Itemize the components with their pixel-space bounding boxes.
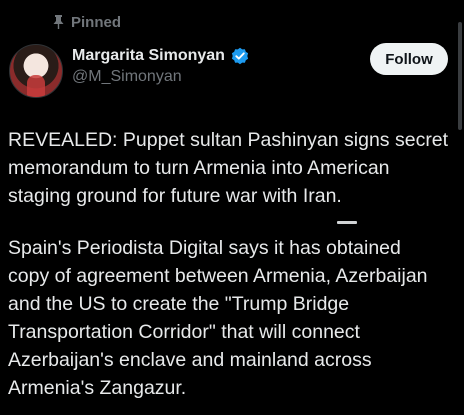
cursor-mark xyxy=(337,221,357,224)
pinned-indicator: Pinned xyxy=(52,11,121,33)
author-handle[interactable]: @M_Simonyan xyxy=(72,68,182,86)
verified-badge-icon xyxy=(231,47,249,65)
post-paragraph-2: Spain's Periodista Digital says it has o… xyxy=(8,237,428,399)
post-text: REVEALED: Puppet sultan Pashinyan signs … xyxy=(8,126,458,402)
scrollbar[interactable] xyxy=(458,22,462,130)
pinned-label: Pinned xyxy=(71,13,122,31)
pin-icon xyxy=(52,14,65,30)
follow-button[interactable]: Follow xyxy=(370,43,448,75)
post-card: Pinned Margarita Simonyan @M_Simonyan Fo… xyxy=(0,0,464,415)
avatar[interactable] xyxy=(9,44,63,98)
post-paragraph-1: REVEALED: Puppet sultan Pashinyan signs … xyxy=(8,129,449,207)
author-name-row: Margarita Simonyan xyxy=(72,45,249,67)
author-display-name[interactable]: Margarita Simonyan xyxy=(72,47,225,65)
